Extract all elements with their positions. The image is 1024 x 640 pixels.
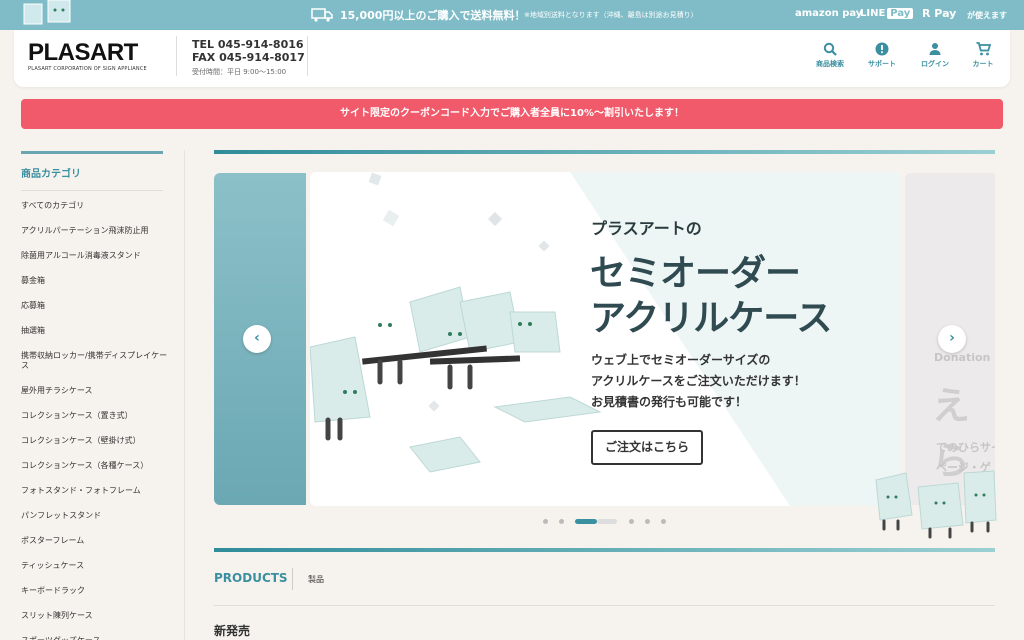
r-pay-logo: R Pay [922,7,957,20]
carousel-dot-active[interactable] [575,519,597,524]
divider [214,605,995,606]
new-release-heading: 新発売 [214,624,251,638]
coupon-banner[interactable]: サイト限定のクーポンコード入力でご購入者全員に10%〜割引いたします！ [21,99,1003,129]
next-slide-kicker: Donation [934,351,991,364]
nav-label-cart: カート [972,60,994,68]
header-divider [307,36,308,76]
amazon-pay-logo: amazon pay [795,8,863,19]
support-button[interactable]: サポート [857,42,907,69]
truck-icon [311,8,333,22]
slide-title-line2: アクリルケース [590,298,832,339]
login-button[interactable]: ログイン [910,42,960,69]
line-pay-logo: LINE Pay [860,8,914,19]
sidebar-item-poster-frame[interactable]: ポスターフレーム [21,531,171,556]
plasart-logo[interactable]: PLASART [28,39,138,67]
slide-body-line2: アクリルケースをご注文いただけます！ [591,374,806,388]
carousel-dot[interactable] [543,519,548,524]
sidebar-item-keyboard-rack[interactable]: キーボードラック [21,581,171,606]
header-divider [176,36,177,76]
free-shipping-text: 15,000円以上のご購入で送料無料！ [340,9,526,22]
user-icon [929,43,941,55]
sidebar-item-all[interactable]: すべてのカテゴリ [21,196,171,221]
carousel-dot[interactable] [629,519,634,524]
divider [21,190,163,191]
divider [292,568,293,590]
payment-available-text: が使えます [967,11,1007,20]
sidebar-divider [184,150,185,640]
sidebar-item-collection-wall[interactable]: コレクションケース（壁掛け式） [21,431,171,456]
carousel-prev-button[interactable]: ‹ [243,325,271,353]
sidebar-item-sports-goods[interactable]: スポーツグッズケース [21,631,171,640]
carousel-progress-track [597,519,617,524]
sidebar-item-outdoor-flyer-case[interactable]: 屋外用チラシケース [21,381,171,406]
carousel-dot[interactable] [559,519,564,524]
mascot-cases-icon [875,470,997,539]
order-button[interactable]: ご注文はこちら [591,430,703,465]
carousel-dot[interactable] [661,519,666,524]
exclamation-circle-icon [875,42,889,56]
carousel-dot[interactable] [645,519,650,524]
category-list: すべてのカテゴリ アクリルパーテーション飛沫防止用 除菌用アルコール消毒液スタン… [21,196,171,640]
sidebar-item-pamphlet-stand[interactable]: パンフレットスタンド [21,506,171,531]
sidebar-item-entry-box[interactable]: 応募箱 [21,296,171,321]
slide-body-line1: ウェブ上でセミオーダーサイズの [591,353,771,367]
section-accent-line [214,548,995,552]
product-search-button[interactable]: 商品検索 [805,42,855,69]
category-heading: 商品カテゴリ [21,169,81,180]
sidebar-item-phone-locker[interactable]: 携帯収納ロッカー/携帯ディスプレイケース [21,346,171,381]
logo-subtitle: PLASART CORPORATION OF SIGN APPLIANCE [28,66,147,72]
slide-body-line3: お見積書の発行も可能です！ [591,395,748,409]
sidebar-item-donation-box[interactable]: 募金箱 [21,271,171,296]
hero-slide[interactable]: プラスアートの セミオーダー アクリルケース ウェブ上でセミオーダーサイズの ア… [310,172,900,506]
slide-description: ウェブ上でセミオーダーサイズの アクリルケースをご注文いただけます！ お見積書の… [591,350,806,413]
sidebar-item-partition[interactable]: アクリルパーテーション飛沫防止用 [21,221,171,246]
line-pay-name: LINE [860,8,886,19]
shipping-note: ※地域別送料となります（沖縄、離島は別途お見積り） [524,11,698,19]
chevron-left-icon: ‹ [254,330,260,346]
search-icon [823,42,837,56]
shipping-banner: 15,000円以上のご購入で送料無料！ ※地域別送料となります（沖縄、離島は別途… [0,0,1024,30]
sidebar-item-photo-stand[interactable]: フォトスタンド・フォトフレーム [21,481,171,506]
carousel-next-button[interactable]: › [938,325,966,353]
nav-label-login: ログイン [921,60,949,68]
line-pay-badge: Pay [887,8,914,19]
products-subheading: 製品 [308,575,324,584]
acrylic-case-mascot-icon [23,0,71,25]
business-hours: 受付時間：平日 9:00〜15:00 [192,68,287,76]
slide-kicker: プラスアートの [591,219,702,238]
nav-label-support: サポート [868,60,896,68]
sidebar-item-tissue-case[interactable]: ティッシュケース [21,556,171,581]
next-slide-text1: てのひらサイ [936,441,995,454]
sidebar-item-sanitizer-stand[interactable]: 除菌用アルコール消毒液スタンド [21,246,171,271]
products-heading: PRODUCTS [214,571,288,585]
phone-number[interactable]: TEL 045-914-8016 [192,38,304,51]
sidebar-accent-line [21,151,163,154]
sidebar-item-collection-various[interactable]: コレクションケース（各種ケース） [21,456,171,481]
sidebar-item-lottery-box[interactable]: 抽選箱 [21,321,171,346]
chevron-right-icon: › [949,330,955,346]
sidebar-item-collection-standing[interactable]: コレクションケース（置き式） [21,406,171,431]
cart-button[interactable]: カート [958,42,1008,69]
fax-number: FAX 045-914-8017 [192,51,305,64]
cart-icon [976,42,991,56]
site-header: PLASART PLASART CORPORATION OF SIGN APPL… [14,30,1010,87]
section-accent-line [214,150,995,154]
sidebar-item-slit-display[interactable]: スリット陳列ケース [21,606,171,631]
nav-label-search: 商品検索 [816,60,844,68]
